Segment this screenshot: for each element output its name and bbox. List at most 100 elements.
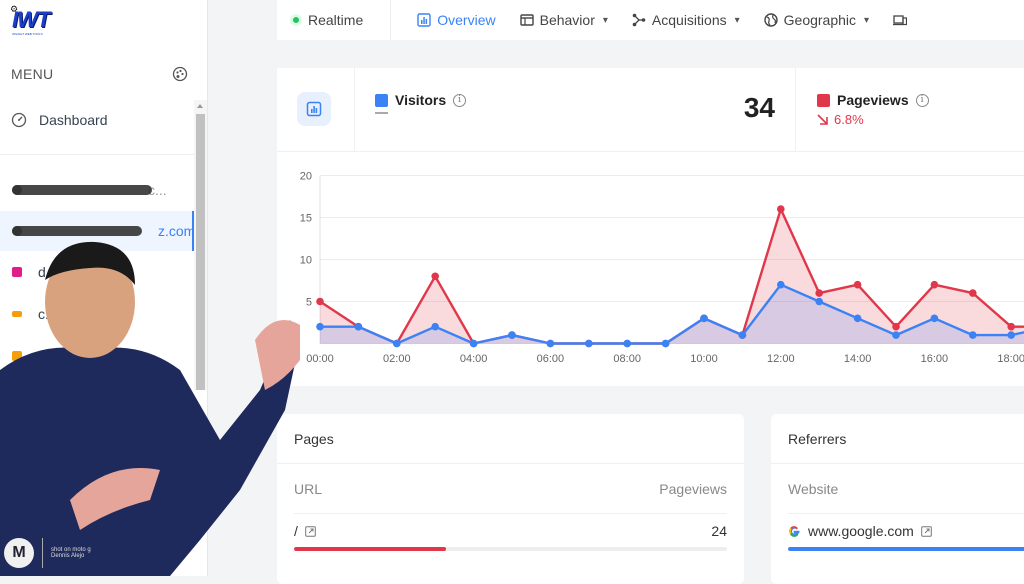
bar-chart-icon [417, 13, 431, 27]
tab-devices[interactable] [881, 0, 919, 40]
point-visitors [354, 322, 363, 331]
site-item-active[interactable]: z.com [0, 211, 195, 251]
x-tick-label: 08:00 [613, 353, 641, 365]
point-pageviews [815, 289, 823, 297]
info-icon[interactable]: i [915, 93, 929, 107]
point-visitors [700, 314, 708, 323]
tab-realtime[interactable]: Realtime [277, 0, 392, 40]
point-visitors [853, 314, 862, 323]
point-visitors [777, 280, 785, 289]
gauge-icon [11, 112, 27, 128]
metrics-row: Visitors i 34 Pageviews i 6.8% [277, 68, 1024, 152]
site-item[interactable]: e...g [0, 336, 194, 376]
sidebar-scrollbar[interactable] [194, 100, 207, 390]
point-pageviews [853, 280, 862, 289]
point-visitors [469, 339, 478, 348]
point-visitors [316, 322, 324, 331]
referrer-progress-fill [788, 547, 1024, 551]
point-visitors [508, 331, 516, 339]
y-tick-label: 20 [300, 171, 312, 183]
watermark-line2: Dennis Alejo [51, 553, 85, 559]
sidebar-item-label: Dashboard [39, 112, 108, 128]
column-header-pageviews[interactable]: Pageviews [659, 481, 727, 497]
share-nodes-icon [632, 13, 646, 27]
y-tick-label: 10 [300, 255, 312, 267]
pageviews-change: 6.8% [817, 112, 864, 127]
pageviews-progress-bar [294, 547, 727, 551]
x-tick-label: 18:00 [997, 353, 1024, 365]
x-tick-label: 10:00 [690, 353, 718, 365]
x-tick-label: 02:00 [383, 353, 411, 365]
referrer-progress-bar [788, 547, 1024, 551]
point-visitors [969, 331, 977, 339]
point-visitors [431, 322, 439, 331]
motorola-logo-icon: M [4, 538, 34, 568]
divider [788, 513, 1024, 514]
gear-icon: ⚙ [10, 4, 19, 14]
external-link-icon[interactable] [305, 525, 316, 537]
divider [277, 463, 744, 464]
palette-icon[interactable] [172, 66, 188, 82]
column-header-url[interactable]: URL [294, 481, 322, 497]
globe-icon [763, 13, 778, 27]
page-row-url[interactable]: / [294, 523, 316, 539]
devices-icon [893, 15, 908, 26]
chevron-down-icon: ▾ [864, 14, 870, 26]
site-item[interactable]: c... [0, 170, 194, 210]
point-visitors [930, 314, 939, 323]
redaction-mark [12, 185, 152, 195]
divider [771, 463, 1024, 464]
x-tick-label: 16:00 [921, 353, 949, 365]
column-header-website[interactable]: Website [788, 481, 838, 497]
point-pageviews [316, 297, 324, 306]
external-link-icon[interactable] [921, 525, 932, 537]
tab-geographic[interactable]: Geographic ▾ [752, 0, 881, 40]
tab-acquisitions[interactable]: Acquisitions ▾ [620, 0, 752, 40]
x-tick-label: 00:00 [306, 353, 334, 365]
point-visitors [585, 339, 593, 348]
google-icon [789, 525, 800, 537]
pageviews-progress-fill [294, 547, 446, 551]
scroll-up-arrow-icon[interactable] [197, 104, 203, 108]
sidebar-item-dashboard[interactable]: Dashboard [0, 102, 194, 138]
card-title: Pages [294, 431, 334, 447]
site-item[interactable]: c...way... [0, 294, 194, 334]
point-visitors [815, 297, 823, 306]
area-pageviews [320, 209, 1024, 344]
tab-behavior[interactable]: Behavior ▾ [508, 0, 620, 40]
visitors-change-dash [375, 112, 388, 114]
point-pageviews [892, 322, 900, 331]
window-icon [519, 14, 534, 26]
info-icon[interactable]: i [453, 93, 467, 107]
referrer-row[interactable]: www.google.com [788, 523, 932, 539]
brand-logo[interactable]: ⚙ IWT INSIGHT WEB TOOLS [10, 4, 60, 36]
visitors-legend-swatch [375, 93, 388, 107]
site-item[interactable]: d...m [0, 252, 194, 292]
tab-overview[interactable]: Overview [391, 0, 507, 40]
visitors-pageviews-line-chart: 20 15 10 5 00:00 02:00 04:00 06:00 08:00 10:00 12:… [300, 171, 1024, 365]
menu-heading: MENU [11, 66, 54, 82]
point-visitors [738, 331, 747, 339]
visitors-count: 34 [743, 92, 775, 123]
chart-type-button[interactable] [297, 92, 331, 126]
overview-stats-card: Visitors i 34 Pageviews i 6.8% 20 15 10 5 00… [277, 68, 1024, 386]
visitors-metric[interactable]: Visitors i [375, 92, 467, 108]
site-favicon-icon [12, 351, 22, 361]
chevron-down-icon: ▾ [602, 14, 608, 26]
x-tick-label: 12:00 [767, 353, 795, 365]
pages-card: Pages URL Pageviews / 24 [277, 414, 744, 584]
redaction-mark [12, 226, 142, 236]
card-title: Referrers [788, 431, 847, 447]
arrow-down-right-icon [817, 114, 828, 125]
scrollbar-thumb[interactable] [196, 114, 205, 390]
live-dot-icon [290, 14, 302, 26]
point-pageviews [431, 272, 439, 281]
point-pageviews [930, 280, 939, 289]
point-visitors [1007, 331, 1015, 339]
sidebar-divider [0, 154, 194, 155]
point-pageviews [969, 289, 977, 297]
chevron-down-icon: ▾ [734, 14, 740, 26]
y-tick-label: 15 [300, 213, 312, 225]
camera-watermark: M shot on moto g Dennis Alejo [4, 538, 91, 568]
pageviews-metric[interactable]: Pageviews i [817, 92, 929, 108]
